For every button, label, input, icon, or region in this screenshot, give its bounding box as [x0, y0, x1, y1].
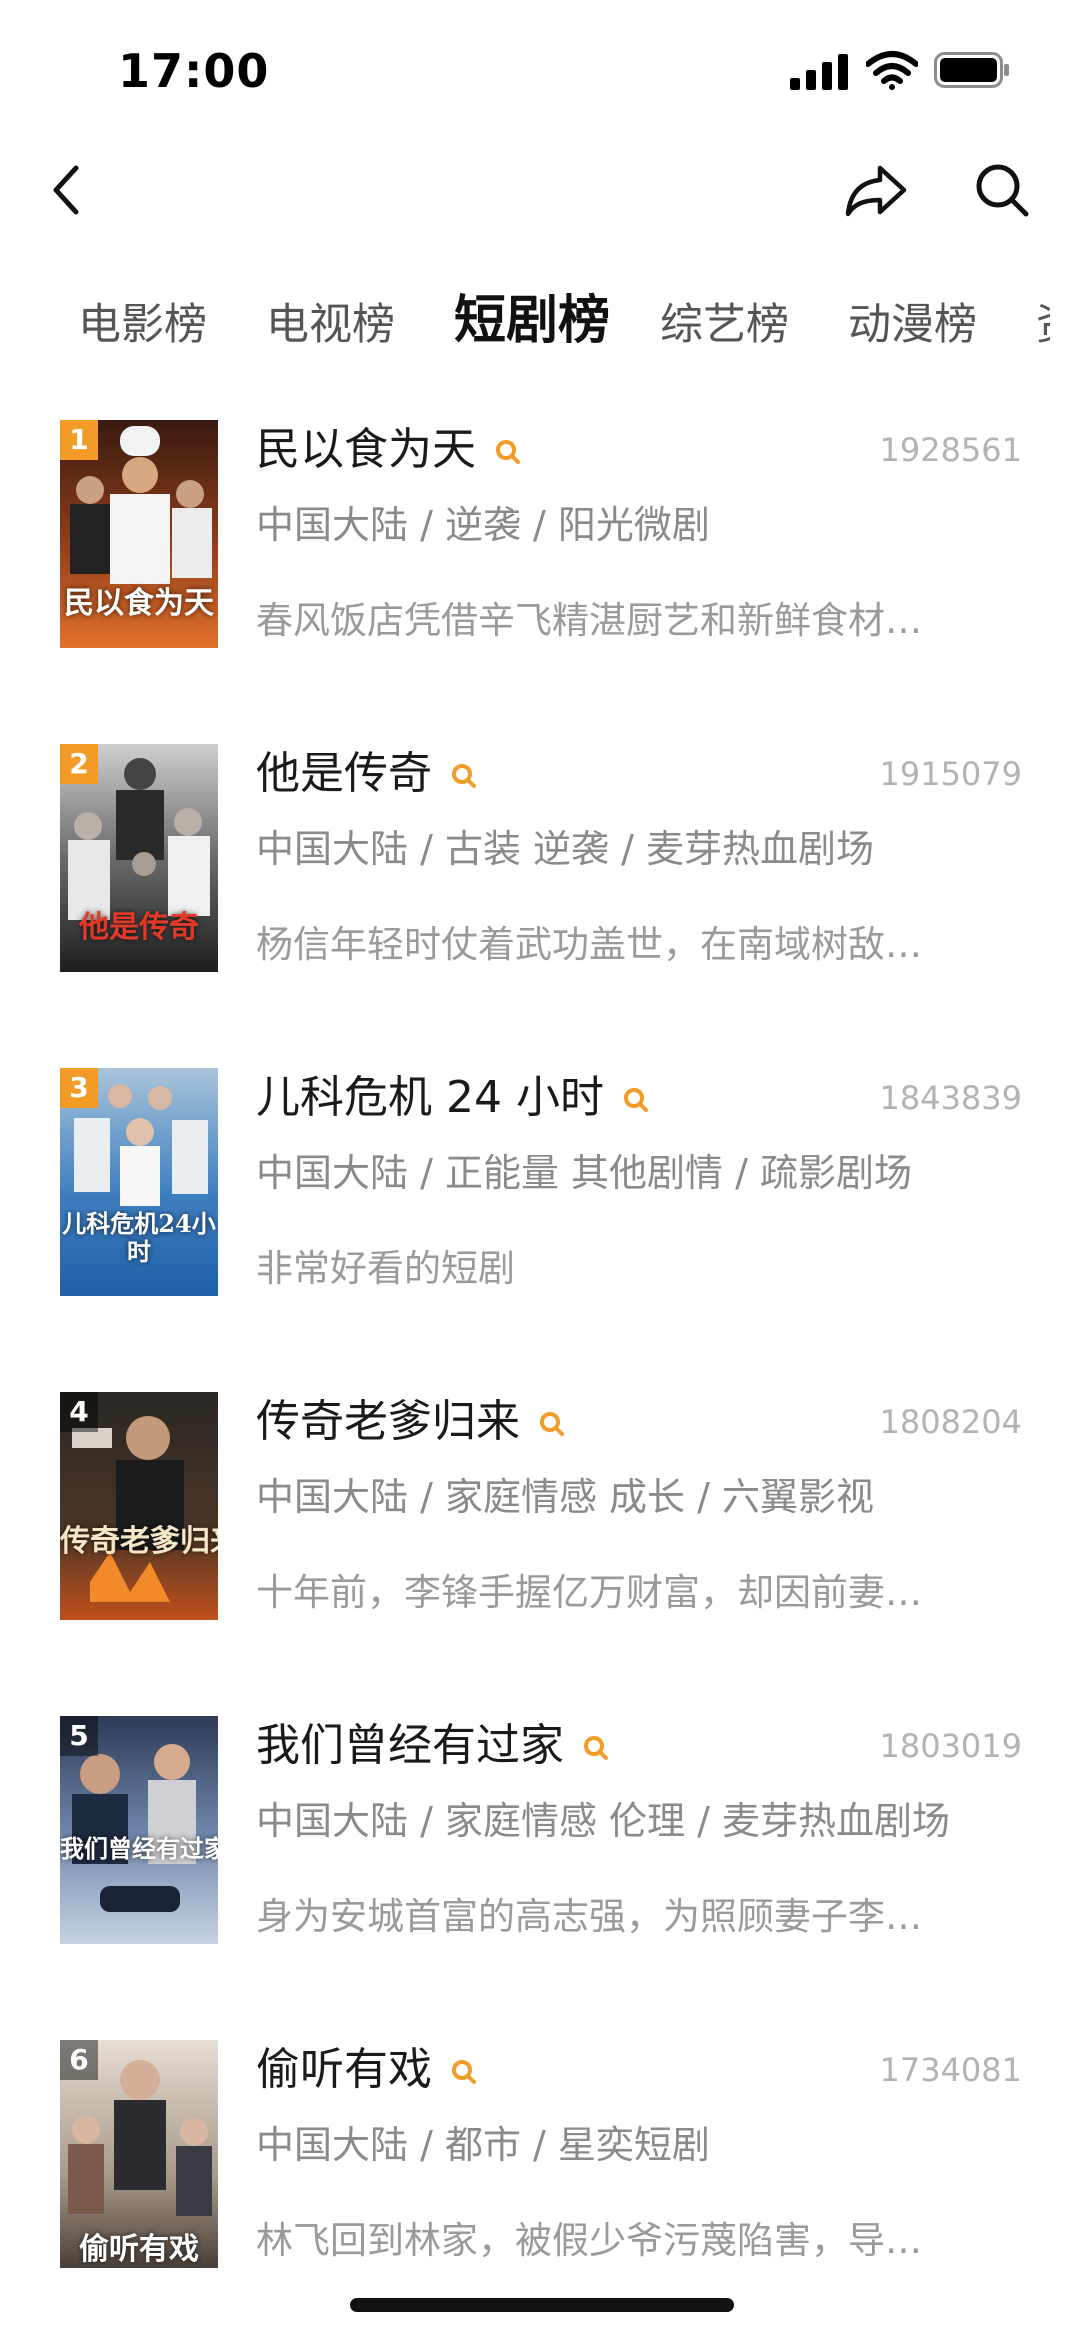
- search-icon: [976, 164, 1029, 217]
- hot-score: 1928561: [879, 431, 1022, 469]
- poster-image[interactable]: 4 传奇老爹归来: [60, 1392, 218, 1620]
- hot-score: 1803019: [879, 1727, 1022, 1765]
- chevron-left-icon: [53, 165, 79, 215]
- item-title[interactable]: 偷听有戏: [256, 2040, 478, 2100]
- search-icon[interactable]: [622, 1086, 650, 1114]
- poster-caption: 偷听有戏: [79, 2232, 199, 2267]
- hot-score: 1808204: [879, 1403, 1022, 1441]
- list-item[interactable]: 5 我们曾经有过家 我们曾经有过家 1803019 中国大陆 / 家庭情感 伦理…: [0, 1716, 1080, 2040]
- item-title-text: 他是传奇: [256, 748, 432, 799]
- home-indicator[interactable]: [350, 2298, 734, 2312]
- list-item[interactable]: 6 偷听有戏 偷听有戏 1734081 中国大陆 / 都市 / 星奕短剧 林飞回…: [0, 2040, 1080, 2337]
- tab-overflow[interactable]: 资: [1036, 285, 1050, 365]
- item-description: 十年前，李锋手握亿万财富，却因前妻…: [256, 1571, 922, 1614]
- item-meta: 中国大陆 / 都市 / 星奕短剧: [256, 2123, 710, 2167]
- rank-badge: 3: [60, 1068, 98, 1108]
- search-icon[interactable]: [494, 438, 522, 466]
- rank-badge: 1: [60, 420, 98, 460]
- item-description: 身为安城首富的高志强，为照顾妻子李…: [256, 1895, 922, 1938]
- item-meta: 中国大陆 / 家庭情感 伦理 / 麦芽热血剧场: [256, 1799, 951, 1843]
- item-meta: 中国大陆 / 正能量 其他剧情 / 疏影剧场: [256, 1151, 913, 1195]
- list-item[interactable]: 3 儿科危机24小时 儿科危机 24 小时 1843839 中国大陆 / 正能量…: [0, 1068, 1080, 1392]
- item-title[interactable]: 儿科危机 24 小时: [256, 1068, 650, 1128]
- search-icon[interactable]: [538, 1410, 566, 1438]
- item-title[interactable]: 传奇老爹归来: [256, 1392, 566, 1452]
- poster-image[interactable]: 2 他是传奇: [60, 744, 218, 972]
- tab-anime[interactable]: 动漫榜: [848, 285, 977, 365]
- status-time: 17:00: [118, 44, 270, 98]
- wifi-icon: [866, 51, 918, 90]
- rank-badge: 2: [60, 744, 98, 784]
- item-description: 杨信年轻时仗着武功盖世，在南域树敌…: [256, 923, 922, 966]
- hot-score: 1734081: [879, 2051, 1022, 2089]
- item-title-text: 民以食为天: [256, 424, 476, 475]
- poster-caption: 儿科危机24小时: [62, 1210, 216, 1266]
- poster-caption: 他是传奇: [79, 910, 199, 945]
- ranking-tabs: 电影榜 电视榜 短剧榜 综艺榜 动漫榜 资: [0, 285, 1050, 365]
- item-description: 非常好看的短剧: [256, 1247, 515, 1290]
- item-meta: 中国大陆 / 家庭情感 成长 / 六翼影视: [256, 1475, 875, 1519]
- item-title[interactable]: 他是传奇: [256, 744, 478, 804]
- back-button[interactable]: [38, 150, 94, 230]
- hot-score: 1915079: [879, 755, 1022, 793]
- poster-image[interactable]: 1 民以食为天: [60, 420, 218, 648]
- poster-caption: 民以食为天: [64, 586, 214, 621]
- poster-caption: 传奇老爹归来: [60, 1524, 218, 1559]
- list-item[interactable]: 4 传奇老爹归来 传奇老爹归来 1808204 中国大陆 / 家庭情感 成长 /…: [0, 1392, 1080, 1716]
- list-item[interactable]: 1 民以食为天 民以食为天 1928561 中国大陆 / 逆袭 / 阳光微剧 春…: [0, 420, 1080, 744]
- item-title-text: 偷听有戏: [256, 2044, 432, 2095]
- signal-icon: [790, 54, 848, 90]
- screen: 17:00 电影榜 电视榜 短剧榜 综艺榜 动漫榜 1 民以食为天 民以食为天 …: [0, 0, 1080, 2337]
- item-title[interactable]: 我们曾经有过家: [256, 1716, 610, 1776]
- poster-caption: 我们曾经有过家: [60, 1834, 218, 1863]
- poster-image[interactable]: 5 我们曾经有过家: [60, 1716, 218, 1944]
- hot-score: 1843839: [879, 1079, 1022, 1117]
- nav-bar: [0, 130, 1080, 250]
- rank-badge: 6: [60, 2040, 98, 2080]
- rank-badge: 4: [60, 1392, 98, 1432]
- item-meta: 中国大陆 / 古装 逆袭 / 麦芽热血剧场: [256, 827, 875, 871]
- item-title-text: 儿科危机 24 小时: [256, 1072, 604, 1123]
- poster-image[interactable]: 3 儿科危机24小时: [60, 1068, 218, 1296]
- tab-tv[interactable]: 电视榜: [266, 285, 395, 365]
- item-title[interactable]: 民以食为天: [256, 420, 522, 480]
- tab-movie[interactable]: 电影榜: [78, 285, 207, 365]
- search-icon[interactable]: [450, 2058, 478, 2086]
- list-item[interactable]: 2 他是传奇 他是传奇 1915079 中国大陆 / 古装 逆袭 / 麦芽热血剧…: [0, 744, 1080, 1068]
- tab-short-drama[interactable]: 短剧榜: [454, 285, 610, 361]
- search-icon[interactable]: [450, 762, 478, 790]
- search-icon[interactable]: [582, 1734, 610, 1762]
- item-description: 春风饭店凭借辛飞精湛厨艺和新鲜食材…: [256, 599, 922, 642]
- status-bar: 17:00: [0, 0, 1080, 130]
- item-title-text: 我们曾经有过家: [256, 1720, 564, 1771]
- item-meta: 中国大陆 / 逆袭 / 阳光微剧: [256, 503, 710, 547]
- item-description: 林飞回到林家，被假少爷污蔑陷害，导…: [256, 2219, 922, 2262]
- item-title-text: 传奇老爹归来: [256, 1396, 520, 1447]
- search-button[interactable]: [962, 150, 1042, 230]
- poster-image[interactable]: 6 偷听有戏: [60, 2040, 218, 2268]
- share-icon: [845, 165, 907, 217]
- tab-variety[interactable]: 综艺榜: [660, 285, 789, 365]
- share-button[interactable]: [836, 150, 916, 230]
- battery-icon: [934, 52, 1009, 88]
- rank-badge: 5: [60, 1716, 98, 1756]
